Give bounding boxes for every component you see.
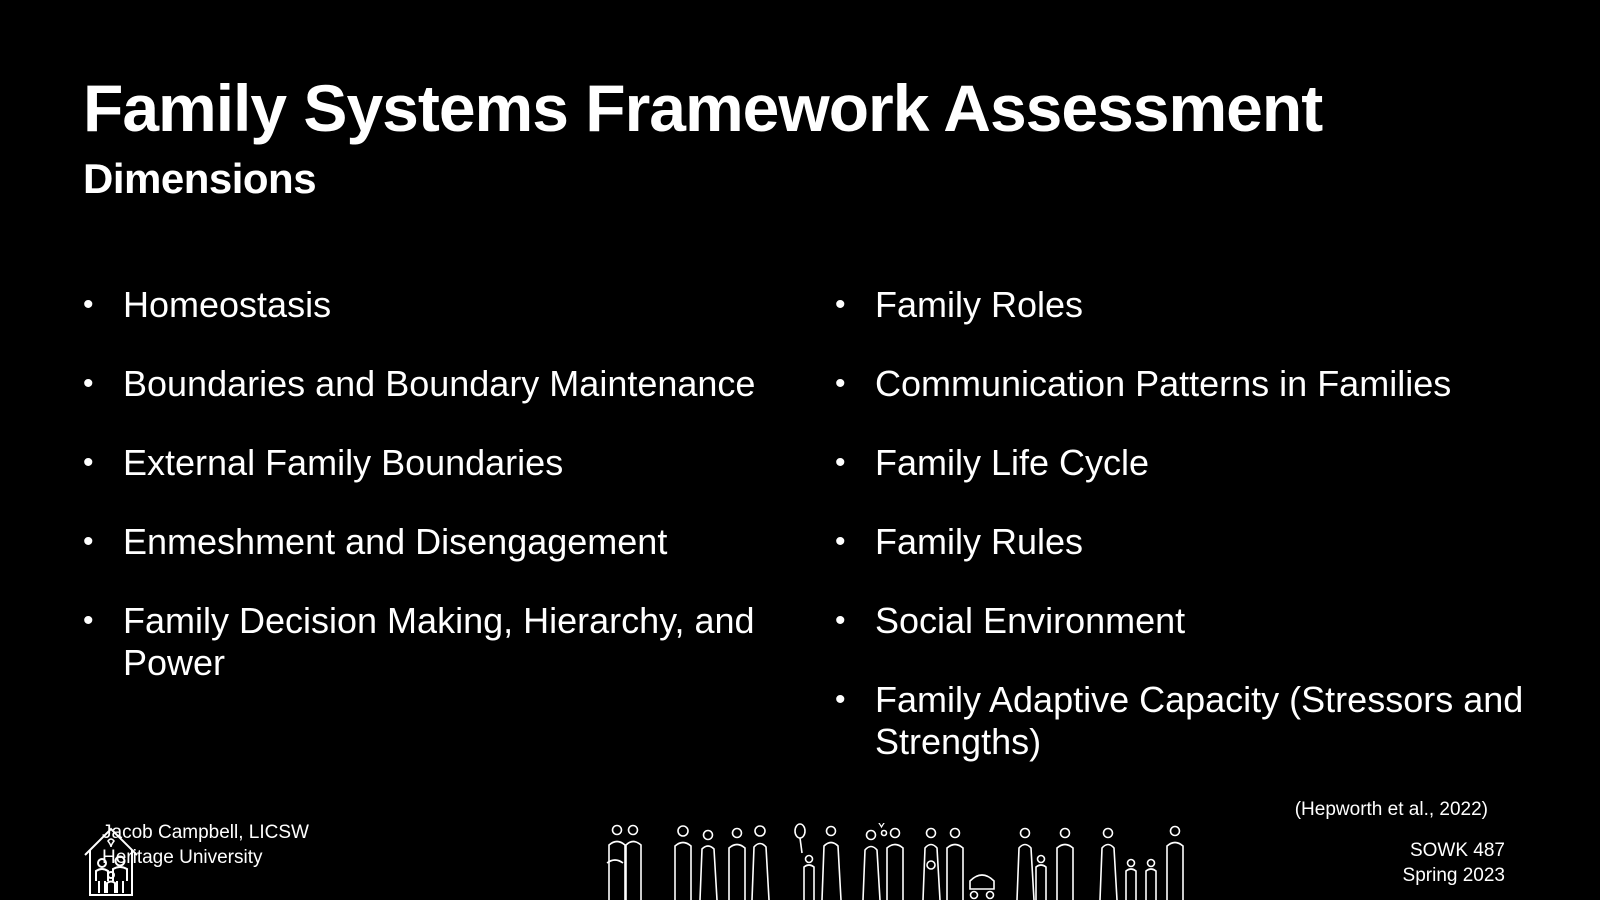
bullet-icon: • [83,604,94,637]
bullet-icon: • [835,604,846,637]
figure-group-7 [1099,825,1184,900]
list-item-text: Communication Patterns in Families [875,363,1452,404]
bullet-icon: • [83,367,94,400]
slide: Family Systems Framework Assessment Dime… [0,0,1600,900]
list-item: • External Family Boundaries [83,442,763,484]
bullet-icon: • [83,288,94,321]
figure-group-3 [794,823,842,900]
list-item-text: Family Adaptive Capacity (Stressors and … [875,679,1524,762]
list-item-text: Family Rules [875,521,1084,562]
figure-group-1 [606,824,642,900]
right-bullet-list: • Family Roles • Communication Patterns … [835,284,1555,800]
list-item: • Family Decision Making, Hierarchy, and… [83,600,763,684]
course-code: SOWK 487 [1409,840,1505,861]
list-item: • Enmeshment and Disengagement [83,521,763,563]
author-name: Jacob Campbell, LICSW [102,822,309,843]
bullet-icon: • [835,367,846,400]
list-item: • Family Roles [835,284,1555,326]
list-item-text: External Family Boundaries [123,442,564,483]
list-item: • Social Environment [835,600,1555,642]
left-bullet-list: • Homeostasis • Boundaries and Boundary … [83,284,763,721]
list-item-text: Enmeshment and Disengagement [123,521,668,562]
bullet-icon: • [83,525,94,558]
family-silhouettes-icon [606,823,1184,900]
slide-title: Family Systems Framework Assessment [83,71,1323,145]
list-item-text: Family Decision Making, Hierarchy, and P… [123,600,755,683]
bullet-icon: • [835,683,846,716]
list-item: • Boundaries and Boundary Maintenance [83,363,763,405]
list-item-text: Boundaries and Boundary Maintenance [123,363,756,404]
bullet-icon: • [835,525,846,558]
figure-group-5 [922,827,995,900]
figure-group-4 [862,823,904,900]
figure-group-6 [1016,827,1074,900]
institution-name: Heritage University [102,847,263,868]
bullet-icon: • [835,446,846,479]
list-item: • Family Life Cycle [835,442,1555,484]
list-item-text: Homeostasis [123,284,332,325]
citation: (Hepworth et al., 2022) [1294,799,1488,820]
list-item-text: Social Environment [875,600,1186,641]
figure-group-2 [674,825,770,900]
list-item: • Family Adaptive Capacity (Stressors an… [835,679,1555,763]
course-block: SOWK 487 Spring 2023 [1403,838,1505,888]
author-block: Jacob Campbell, LICSW Heritage Universit… [102,820,309,870]
bullet-icon: • [83,446,94,479]
list-item: • Communication Patterns in Families [835,363,1555,405]
slide-subtitle: Dimensions [83,155,317,202]
list-item: • Homeostasis [83,284,763,326]
course-term: Spring 2023 [1402,865,1505,886]
list-item-text: Family Roles [875,284,1084,325]
list-item: • Family Rules [835,521,1555,563]
list-item-text: Family Life Cycle [875,442,1150,483]
bullet-icon: • [835,288,846,321]
